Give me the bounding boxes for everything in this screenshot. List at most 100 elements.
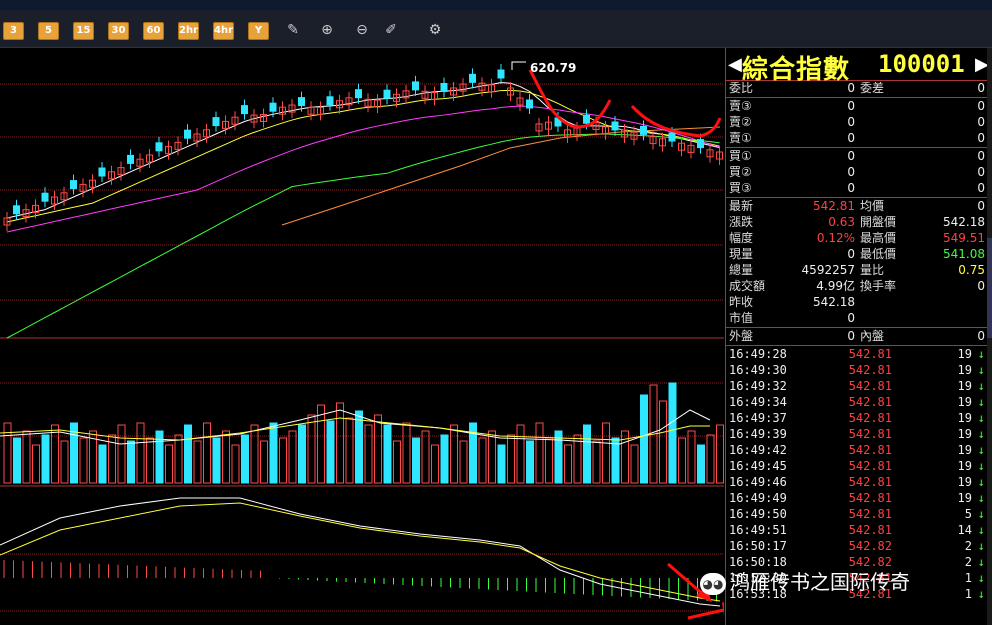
volume-bar <box>611 437 620 484</box>
volume-bar <box>364 424 373 484</box>
volume-bar <box>488 430 496 484</box>
period-button-15[interactable]: 15 <box>73 22 94 40</box>
ma5-line <box>6 81 720 219</box>
period-button-30[interactable]: 30 <box>108 22 129 40</box>
stat-value-2: 0 <box>977 279 985 293</box>
volume-bars <box>0 382 724 484</box>
candle-body <box>497 69 505 79</box>
tick-time: 16:49:49 <box>729 491 787 505</box>
stat-value-2: 549.51 <box>943 231 985 245</box>
scrollbar-thumb[interactable] <box>987 238 992 338</box>
volume-bar <box>222 430 230 484</box>
stat-row: 市值 0 <box>726 310 988 326</box>
tick-time: 16:49:30 <box>729 363 787 377</box>
tick-volume: 19 <box>957 347 972 361</box>
stat-row: 現量 0 最低價 541.08 <box>726 246 988 262</box>
tick-down-arrow-icon: ↓ <box>977 459 985 473</box>
tick-row: 16:49:32 542.81 19 ↓ <box>726 378 988 394</box>
stat-row: 最新 542.81 均價 0 <box>726 198 988 214</box>
volume-bar <box>383 424 392 484</box>
candle-body <box>298 97 305 107</box>
window-top-strip <box>0 0 992 10</box>
tick-row: 16:49:39 542.81 19 ↓ <box>726 426 988 442</box>
stat-label: 最新 <box>729 199 754 213</box>
tick-time: 16:49:46 <box>729 475 787 489</box>
volume-bar <box>22 430 31 484</box>
index-code: 100001 <box>878 50 965 78</box>
stat-value: 542.18 <box>813 295 855 309</box>
tick-price: 542.81 <box>848 347 892 361</box>
volume-bar <box>583 424 591 484</box>
volume-bar <box>212 437 221 484</box>
volume-bar <box>431 444 439 484</box>
gear-icon[interactable]: ⚙ <box>425 20 445 40</box>
period-button-4hr[interactable]: 4hr <box>213 22 234 40</box>
period-button-5[interactable]: 5 <box>38 22 59 40</box>
volume-bar <box>687 430 696 484</box>
watermark: ◕◕ 鸿雁传书之国际传奇 <box>700 566 910 596</box>
wechat-icon: ◕◕ <box>700 572 726 595</box>
candlesticks <box>3 64 723 231</box>
edit-icon[interactable]: ✎ <box>283 20 303 40</box>
ask-row-volume: 0 <box>977 131 985 145</box>
zoom-in-icon[interactable]: ⊕ <box>317 20 337 40</box>
volume-bar <box>193 440 202 484</box>
scrollbar[interactable] <box>987 48 992 625</box>
volume-bar <box>279 437 287 484</box>
ma10-line <box>6 89 720 223</box>
tick-price: 542.81 <box>848 427 892 441</box>
volume-bar <box>678 437 686 484</box>
toolbar: 3 5 15 30 60 2hr 4hr Y ✎ ⊕ ⊖ ✐ ⚙ <box>0 10 992 48</box>
volume-bar <box>507 434 515 484</box>
volume-bar <box>706 434 715 484</box>
tick-time: 16:49:37 <box>729 411 787 425</box>
tick-down-arrow-icon: ↓ <box>977 427 985 441</box>
tick-price: 542.81 <box>848 523 892 537</box>
period-button-60[interactable]: 60 <box>143 22 164 40</box>
tick-price: 542.81 <box>848 443 892 457</box>
tick-time: 16:49:32 <box>729 379 787 393</box>
stat-label: 昨收 <box>729 295 754 309</box>
candle-body <box>70 180 77 190</box>
zoom-out-icon[interactable]: ⊖ <box>352 20 372 40</box>
period-button-Y[interactable]: Y <box>248 22 269 40</box>
volume-bar <box>60 440 69 484</box>
period-button-2hr[interactable]: 2hr <box>178 22 199 40</box>
candle-body <box>469 73 476 83</box>
volume-bar <box>298 424 306 484</box>
volume-bar <box>307 414 316 484</box>
tick-price: 542.81 <box>848 475 892 489</box>
tick-down-arrow-icon: ↓ <box>977 379 985 393</box>
ask-row-price: 0 <box>847 99 855 113</box>
prev-arrow-icon[interactable]: ◀ <box>728 54 742 75</box>
tick-row: 16:49:45 542.81 19 ↓ <box>726 458 988 474</box>
volume-bar <box>516 424 525 484</box>
candle-body <box>269 102 277 112</box>
pencil-icon[interactable]: ✐ <box>381 20 401 40</box>
volume-bar <box>317 404 325 484</box>
stat-value-2: 0 <box>977 199 985 213</box>
stat-value: 4592257 <box>801 263 855 277</box>
outer-label: 外盤 <box>729 329 754 343</box>
volume-bar <box>79 437 88 484</box>
bid-row-label: 買① <box>729 149 752 163</box>
committee-diff-value: 0 <box>977 81 985 95</box>
chart-grid <box>0 83 724 612</box>
tick-down-arrow-icon: ↓ <box>977 587 985 601</box>
volume-bar <box>13 437 21 484</box>
tick-down-arrow-icon: ↓ <box>977 395 985 409</box>
kline-chart[interactable]: 620.79 <box>0 48 724 625</box>
volume-bar <box>241 434 249 484</box>
panel-title: ◀ 綜合指數 100001 ▶ <box>726 48 989 85</box>
volume-bar <box>592 440 601 484</box>
tick-volume: 1 <box>964 587 972 601</box>
volume-bar <box>402 422 411 484</box>
volume-bar <box>716 424 724 484</box>
volume-bar <box>450 424 458 484</box>
stat-label-2: 換手率 <box>860 279 897 293</box>
period-button-3[interactable]: 3 <box>3 22 24 40</box>
tick-volume: 2 <box>964 539 972 553</box>
volume-bar <box>165 444 173 484</box>
moving-average-lines <box>6 61 721 339</box>
tick-down-arrow-icon: ↓ <box>977 411 985 425</box>
